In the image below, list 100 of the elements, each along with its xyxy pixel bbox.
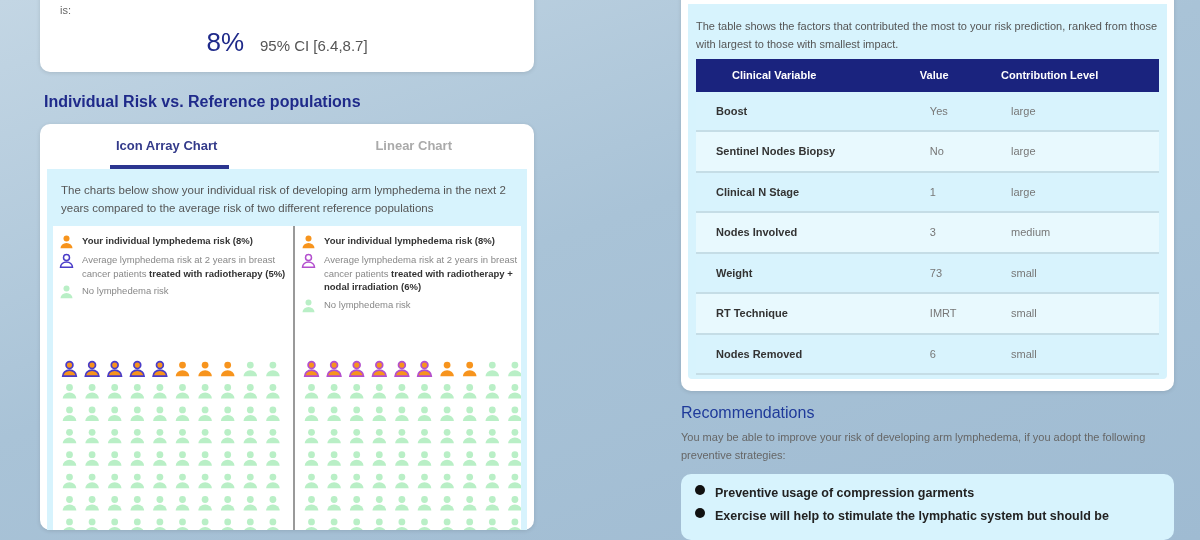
- person-icon: [175, 495, 190, 511]
- person-icon: [327, 473, 341, 488]
- person-icon: [243, 383, 258, 399]
- person-icon: [327, 406, 341, 421]
- person-icon: [198, 406, 212, 421]
- person-icon: [175, 406, 190, 421]
- person-icon: [508, 383, 521, 399]
- person-icon: [327, 428, 341, 444]
- person-icon: [107, 451, 122, 466]
- person-icon: [130, 451, 145, 466]
- table-cell: 73: [909, 252, 992, 294]
- person-icon: [198, 383, 212, 399]
- person-icon: [175, 473, 190, 488]
- person-icon: [327, 518, 341, 530]
- person-icon: [243, 406, 258, 421]
- table-cell: medium: [991, 212, 1159, 253]
- person-icon: [62, 451, 77, 466]
- person-icon: [266, 406, 280, 421]
- person-icon: [416, 360, 433, 377]
- person-icon: [440, 473, 454, 488]
- person-icon: [62, 406, 77, 421]
- person-icon: [349, 473, 364, 488]
- person-icon: [395, 383, 409, 399]
- person-icon: [417, 451, 432, 466]
- person-icon: [243, 518, 258, 530]
- person-icon: [304, 451, 319, 466]
- confidence-interval: 95% CI [6.4,8.7]: [260, 35, 368, 56]
- person-icon: [440, 383, 454, 399]
- person-icon: [326, 360, 342, 377]
- person-icon: [62, 473, 77, 488]
- person-icon: [175, 451, 190, 466]
- person-icon: [130, 383, 145, 399]
- person-icon: [266, 428, 280, 444]
- person-icon: [462, 451, 477, 466]
- person-icon: [220, 473, 235, 488]
- column-header: Contribution Level: [991, 59, 1159, 92]
- person-icon: [440, 361, 454, 376]
- legend-text: No lymphedema risk: [324, 298, 411, 313]
- person-icon: [198, 451, 212, 466]
- person-icon: [85, 451, 99, 466]
- column-header: Value: [909, 59, 992, 92]
- table-cell: Nodes Involved: [696, 212, 910, 253]
- person-icon: [394, 360, 410, 377]
- person-icon: [440, 428, 454, 444]
- person-icon: [485, 451, 500, 466]
- person-icon: [198, 361, 212, 376]
- person-icon: [243, 428, 258, 444]
- person-icon: [107, 428, 122, 444]
- person-icon: [85, 518, 99, 530]
- person-icon: [243, 495, 258, 511]
- bullet-icon: [695, 508, 705, 519]
- person-icon: [175, 383, 190, 399]
- person-icon: [85, 428, 99, 444]
- person-icon: [61, 360, 78, 377]
- person-icon: [266, 473, 280, 488]
- table-cell: 1: [909, 171, 992, 213]
- person-icon: [508, 473, 521, 488]
- person-icon: [62, 518, 77, 530]
- table-cell: small: [991, 333, 1159, 375]
- recommendation-text: Preventive usage of compression garments: [715, 485, 975, 503]
- person-icon: [220, 451, 235, 466]
- person-icon: [462, 473, 477, 488]
- legend-text: Average lymphedema risk at 2 years in breast cancer patients treated with radiotherapy + nodal irradiation (6%): [324, 252, 519, 295]
- person-icon: [395, 473, 409, 488]
- risk-value: 8%: [206, 25, 244, 59]
- person-icon: [327, 451, 341, 466]
- person-icon: [417, 495, 432, 511]
- person-icon: [153, 473, 167, 488]
- person-icon: [266, 451, 280, 466]
- person-icon: [327, 383, 341, 399]
- person-icon: [62, 383, 77, 399]
- person-icon: [508, 428, 521, 444]
- person-icon: [417, 428, 432, 444]
- person-icon: [349, 428, 364, 444]
- legend-text: Your individual lymphedema risk (8%): [324, 233, 495, 248]
- person-icon: [243, 451, 258, 466]
- person-icon: [395, 518, 409, 530]
- table-cell: No: [909, 131, 992, 172]
- person-icon: [152, 360, 168, 377]
- person-icon: [485, 361, 500, 376]
- person-icon: [198, 518, 212, 530]
- bullet-icon: [695, 485, 705, 496]
- table-cell: 6: [909, 333, 992, 375]
- table-cell: Sentinel Nodes Biopsy: [696, 131, 910, 172]
- person-icon: [485, 406, 500, 421]
- person-icon: [85, 473, 99, 488]
- legend-text: No lymphedema risk: [82, 284, 169, 299]
- person-icon: [220, 518, 235, 530]
- person-icon: [508, 361, 521, 376]
- person-icon: [349, 518, 364, 530]
- person-icon: [372, 383, 387, 399]
- person-icon: [130, 518, 145, 530]
- person-icon: [153, 383, 167, 399]
- person-icon: [417, 473, 432, 488]
- person-icon: [417, 383, 432, 399]
- person-icon: [220, 495, 235, 511]
- table-cell: small: [991, 293, 1159, 334]
- person-icon: [266, 495, 280, 511]
- person-icon: [372, 428, 387, 444]
- person-icon: [508, 518, 521, 530]
